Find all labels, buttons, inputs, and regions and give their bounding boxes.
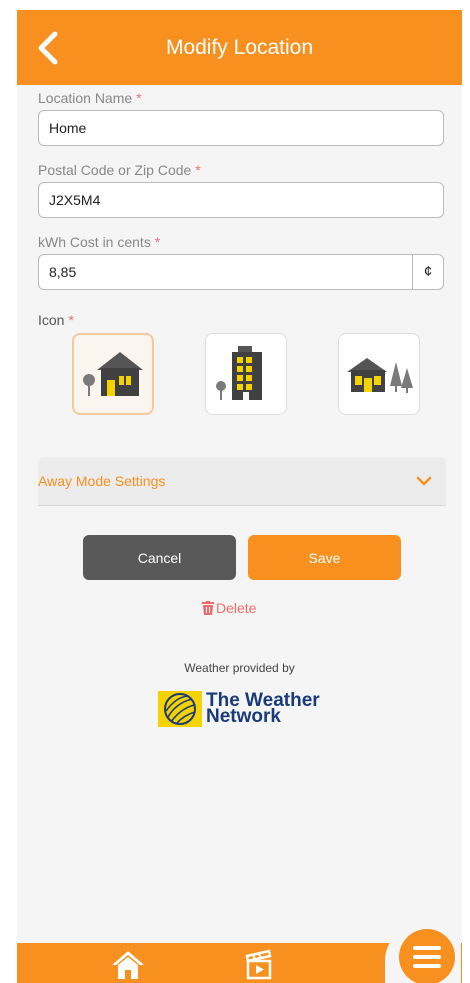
cottage-icon [347,358,413,393]
required-mark: * [68,312,74,328]
home-icon [112,951,144,979]
location-name-label: Location Name * [38,90,142,106]
delete-link[interactable]: Delete [202,600,256,616]
icon-option-cottage[interactable] [338,333,420,415]
menu-button-notch [385,923,461,983]
apartment-icon [216,346,262,400]
menu-button[interactable] [399,929,455,983]
header-bar: Modify Location [17,10,462,85]
app-screen: Modify Location Location Name * Home Pos… [17,10,462,983]
postal-code-label: Postal Code or Zip Code * [38,162,201,178]
save-button[interactable]: Save [248,535,401,580]
trash-icon [202,601,214,615]
back-button[interactable] [31,28,67,68]
chevron-down-icon [416,476,432,486]
away-mode-accordion[interactable]: Away Mode Settings [38,457,446,506]
clapperboard-icon [245,949,272,980]
delete-label: Delete [216,600,257,616]
globe-logo-icon [158,691,202,727]
required-mark: * [136,90,142,106]
location-name-label-text: Location Name [38,90,133,106]
kwh-cost-label: kWh Cost in cents * [38,234,160,250]
house-icon [83,352,143,396]
required-mark: * [154,234,161,250]
postal-code-input[interactable]: J2X5M4 [38,182,444,218]
home-tab[interactable] [110,948,146,983]
page-title: Modify Location [165,35,314,59]
wordmark-line-2: Network [206,706,281,727]
location-name-input[interactable]: Home [38,110,444,146]
postal-code-label-text: Postal Code or Zip Code [38,162,192,178]
kwh-cost-input[interactable]: 8,85 [38,254,412,290]
media-tab[interactable] [242,948,276,983]
hamburger-menu-icon [413,946,441,968]
cancel-button[interactable]: Cancel [83,535,236,580]
kwh-cost-label-text: kWh Cost in cents [38,234,151,250]
icon-label-text: Icon [38,312,65,328]
icon-label: Icon * [38,312,74,328]
weather-provided-by-text: Weather provided by [184,661,295,675]
cents-unit-addon: ¢ [412,254,444,290]
required-mark: * [195,162,201,178]
icon-option-apartment[interactable] [205,333,287,415]
icon-option-house[interactable] [72,333,154,415]
weather-network-logo: The Weather Network [158,689,320,729]
kwh-cost-field: 8,85 ¢ [38,254,444,290]
chevron-left-icon [38,31,58,65]
away-mode-label: Away Mode Settings [38,473,166,489]
weather-network-wordmark: The Weather Network [206,691,320,727]
